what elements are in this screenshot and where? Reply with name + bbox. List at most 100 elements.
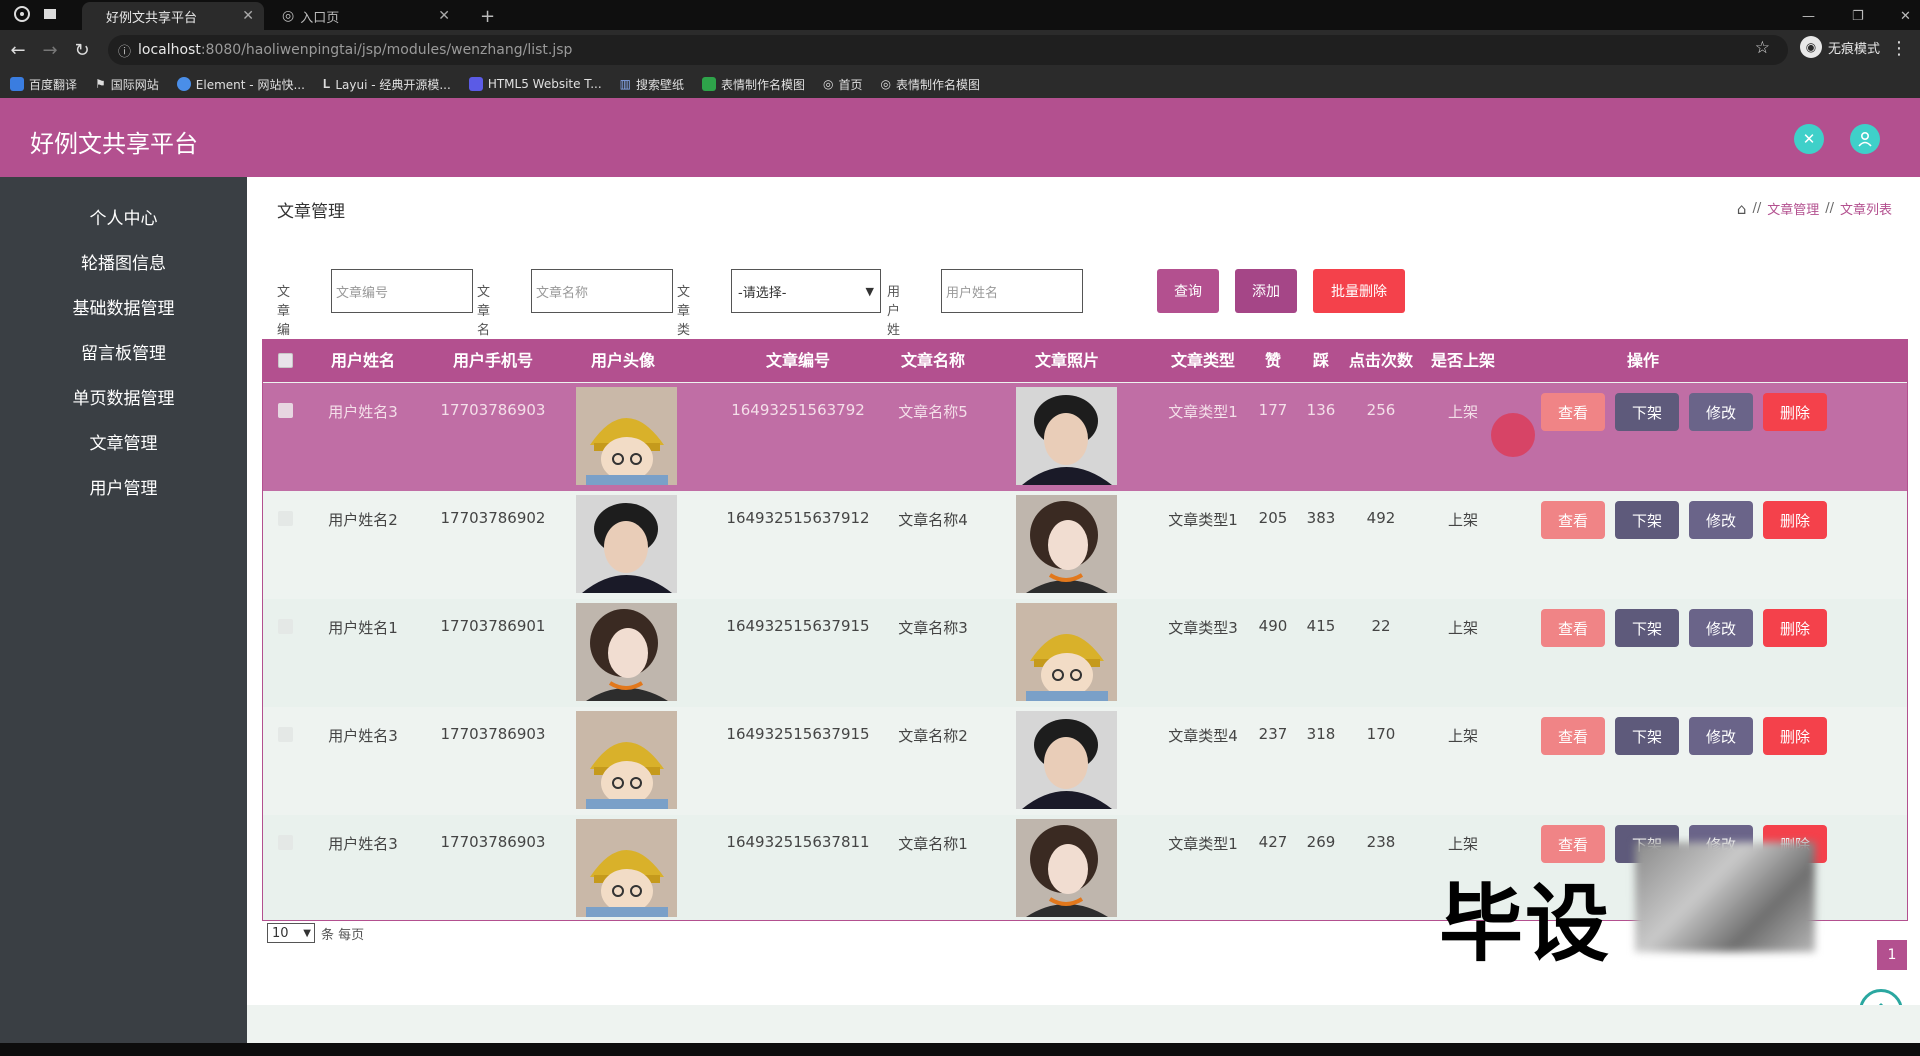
cell-clicks: 256: [1366, 401, 1396, 419]
article-photo-image: [1016, 711, 1117, 809]
sheet-icon: [702, 77, 717, 91]
cell-clicks: 238: [1366, 833, 1396, 851]
close-window-icon[interactable]: ✕: [1888, 2, 1912, 30]
row-checkbox[interactable]: [278, 619, 293, 634]
view-button[interactable]: 查看: [1541, 501, 1605, 539]
bookmark-item[interactable]: ⚑ 国际网站: [95, 76, 159, 93]
cell-status: 上架: [1447, 511, 1478, 529]
minimize-icon[interactable]: —: [1790, 2, 1815, 30]
restore-icon[interactable]: ❐: [1840, 2, 1864, 30]
bookmark-item[interactable]: 表情制作名模图: [702, 76, 805, 93]
fullscreen-icon[interactable]: ✕: [1794, 124, 1824, 154]
delete-button[interactable]: 删除: [1763, 501, 1827, 539]
sidebar-item-carousel[interactable]: 轮播图信息: [0, 244, 247, 284]
view-button[interactable]: 查看: [1541, 717, 1605, 755]
user-avatar-image: [576, 603, 677, 701]
view-button[interactable]: 查看: [1541, 393, 1605, 431]
cell-article-code: 16493251563792: [731, 401, 865, 419]
select-all-checkbox[interactable]: [278, 353, 293, 368]
user-icon[interactable]: [1850, 124, 1880, 154]
site-info-icon[interactable]: ⓘ: [118, 41, 131, 60]
query-button[interactable]: 查询: [1157, 269, 1219, 313]
back-icon[interactable]: ←: [6, 38, 30, 62]
table-row[interactable]: 用户姓名2 17703786902 164932515637912 文章名称4 …: [263, 491, 1907, 599]
tab-list-icon[interactable]: [42, 6, 58, 22]
sidebar-item-users[interactable]: 用户管理: [0, 469, 247, 509]
row-checkbox[interactable]: [278, 727, 293, 742]
breadcrumb-item[interactable]: 文章列表: [1840, 199, 1892, 218]
row-checkbox[interactable]: [278, 835, 293, 850]
delete-button[interactable]: 删除: [1763, 717, 1827, 755]
close-tab-icon[interactable]: ✕: [242, 8, 254, 24]
delete-button[interactable]: 删除: [1763, 609, 1827, 647]
home-icon[interactable]: ⌂: [1737, 200, 1747, 218]
close-tab-icon[interactable]: ✕: [438, 8, 450, 24]
bookmark-item[interactable]: HTML5 Website T...: [468, 77, 602, 91]
article-photo-image: [1016, 495, 1117, 593]
screen-bottom-edge: [0, 1043, 1920, 1056]
batch-delete-button[interactable]: 批量删除: [1313, 269, 1405, 313]
browser-menu-icon[interactable]: ⋮: [1890, 38, 1908, 59]
cell-clicks: 170: [1366, 725, 1396, 743]
breadcrumb: ⌂ // 文章管理 // 文章列表: [1736, 199, 1892, 219]
col-header: 点击次数: [1348, 351, 1413, 370]
row-checkbox[interactable]: [278, 403, 293, 418]
sidebar-item-personal-center[interactable]: 个人中心: [0, 199, 247, 239]
address-bar[interactable]: ⓘ localhost:8080/haoliwenpingtai/jsp/mod…: [108, 35, 1788, 65]
cell-article-code: 164932515637915: [726, 725, 870, 743]
cell-article-name: 文章名称4: [898, 511, 968, 529]
edit-button[interactable]: 修改: [1689, 717, 1753, 755]
element-icon: [176, 77, 191, 91]
page-number-button[interactable]: 1: [1877, 940, 1907, 970]
cell-dislikes: 269: [1306, 833, 1336, 851]
cell-phone: 17703786903: [440, 725, 546, 743]
url-host: localhost: [138, 42, 201, 58]
cell-dislikes: 318: [1306, 725, 1336, 743]
sidebar-item-message-board[interactable]: 留言板管理: [0, 334, 247, 374]
browser-tab[interactable]: ◎ 入口页 ✕: [270, 2, 460, 30]
sidebar-item-base-data[interactable]: 基础数据管理: [0, 289, 247, 329]
breadcrumb-item[interactable]: 文章管理: [1767, 199, 1819, 218]
reload-icon[interactable]: ↻: [70, 38, 94, 62]
new-tab-button[interactable]: +: [468, 2, 498, 30]
article-type-select[interactable]: -请选择- ▼: [731, 269, 881, 313]
cell-phone: 17703786901: [440, 617, 546, 635]
chevron-down-icon: ▼: [865, 284, 874, 298]
page-size-select[interactable]: 10 ▼: [267, 923, 315, 943]
browser-tab-active[interactable]: 好例文共享平台 ✕: [82, 2, 264, 30]
article-photo-image: [1016, 387, 1117, 485]
edit-button[interactable]: 修改: [1689, 393, 1753, 431]
unpublish-button[interactable]: 下架: [1615, 609, 1679, 647]
sidebar-item-single-page[interactable]: 单页数据管理: [0, 379, 247, 419]
bookmark-star-icon[interactable]: ☆: [1755, 38, 1770, 58]
edit-button[interactable]: 修改: [1689, 609, 1753, 647]
incognito-indicator[interactable]: ◉ 无痕模式: [1799, 36, 1880, 58]
unpublish-button[interactable]: 下架: [1615, 717, 1679, 755]
bookmark-item[interactable]: ◎ 表情制作名模图: [881, 76, 981, 93]
bookmark-item[interactable]: Element - 网站快...: [176, 76, 305, 93]
row-checkbox[interactable]: [278, 511, 293, 526]
cell-article-code: 164932515637912: [726, 509, 870, 527]
unpublish-button[interactable]: 下架: [1615, 501, 1679, 539]
bookmark-item[interactable]: 百度翻译: [10, 76, 77, 93]
edit-button[interactable]: 修改: [1689, 501, 1753, 539]
add-button[interactable]: 添加: [1235, 269, 1297, 313]
bookmark-item[interactable]: ◎ 首页: [823, 76, 863, 93]
table-row[interactable]: 用户姓名3 17703786903 16493251563792 文章名称5 文…: [263, 383, 1907, 491]
article-code-input[interactable]: 文章编号: [331, 269, 473, 313]
unpublish-button[interactable]: 下架: [1615, 393, 1679, 431]
sidebar-item-articles[interactable]: 文章管理: [0, 424, 247, 464]
bookmark-item[interactable]: ▥ 搜索壁纸: [620, 76, 684, 93]
app-title: 好例文共享平台: [30, 130, 198, 158]
table-row[interactable]: 用户姓名3 17703786903 164932515637915 文章名称2 …: [263, 707, 1907, 815]
forward-icon[interactable]: →: [38, 38, 62, 62]
cell-user-name: 用户姓名3: [328, 835, 398, 853]
tab-title: 好例文共享平台: [106, 10, 198, 26]
article-name-input[interactable]: 文章名称: [531, 269, 673, 313]
delete-button[interactable]: 删除: [1763, 393, 1827, 431]
bookmark-item[interactable]: 𝐋 Layui - 经典开源模...: [323, 76, 451, 93]
table-row[interactable]: 用户姓名1 17703786901 164932515637915 文章名称3 …: [263, 599, 1907, 707]
view-button[interactable]: 查看: [1541, 609, 1605, 647]
user-name-input[interactable]: 用户姓名: [941, 269, 1083, 313]
cell-article-name: 文章名称3: [898, 619, 968, 637]
